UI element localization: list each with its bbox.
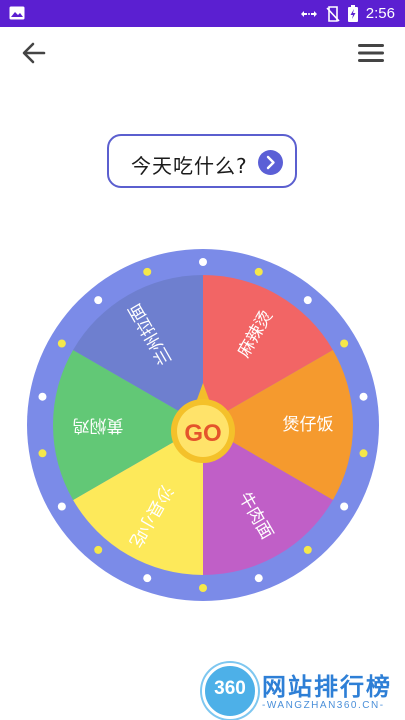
watermark-subtitle: -WANGZHAN360.CN-	[262, 700, 385, 711]
status-icons: 2:56	[300, 0, 395, 27]
wheel-light	[303, 296, 312, 305]
status-bar: 2:56	[0, 0, 405, 27]
wheel-light	[359, 392, 368, 401]
wheel-light	[254, 267, 263, 276]
wheel-light	[340, 339, 349, 348]
arrow-left-icon	[22, 42, 46, 64]
chevron-right-icon	[266, 155, 275, 170]
logo-icon: 360	[202, 663, 258, 719]
question-box[interactable]: 今天吃什么?	[107, 134, 297, 188]
wheel-light	[94, 545, 103, 554]
lucky-wheel[interactable]: 麻辣烫煲仔饭牛肉面沙县小吃黄焖鸡兰州拉面 GO	[27, 249, 379, 601]
wheel-light	[38, 392, 47, 401]
question-text: 今天吃什么?	[131, 154, 248, 178]
no-signal-icon	[326, 5, 340, 22]
go-label: GO	[184, 420, 221, 447]
wheel-light	[143, 574, 152, 583]
watermark: 360 网站排行榜 -WANGZHAN360.CN-	[196, 659, 405, 720]
hamburger-menu-icon	[358, 44, 384, 62]
wheel-light	[57, 339, 66, 348]
status-time: 2:56	[365, 5, 395, 22]
back-button[interactable]	[18, 39, 50, 67]
wheel-light	[254, 574, 263, 583]
menu-button[interactable]	[355, 39, 387, 67]
wheel-light	[199, 584, 207, 592]
app-bar	[0, 27, 405, 79]
wheel-light	[359, 449, 368, 458]
wheel-light	[38, 449, 47, 458]
wheel-light	[303, 545, 312, 554]
wheel-segment-label: 黄焖鸡	[73, 415, 124, 435]
next-button[interactable]	[258, 150, 283, 175]
data-arrows-icon	[300, 10, 317, 17]
wheel-light	[57, 502, 66, 511]
image-icon	[9, 6, 25, 20]
watermark-title: 网站排行榜	[262, 673, 392, 701]
wheel-light	[94, 296, 103, 305]
wheel-segment-label: 煲仔饭	[283, 415, 334, 435]
logo-badge-text: 360	[214, 678, 246, 699]
battery-charging-icon	[347, 5, 358, 22]
wheel-light	[143, 267, 152, 276]
wheel-light	[199, 258, 207, 266]
wheel-light	[340, 502, 349, 511]
